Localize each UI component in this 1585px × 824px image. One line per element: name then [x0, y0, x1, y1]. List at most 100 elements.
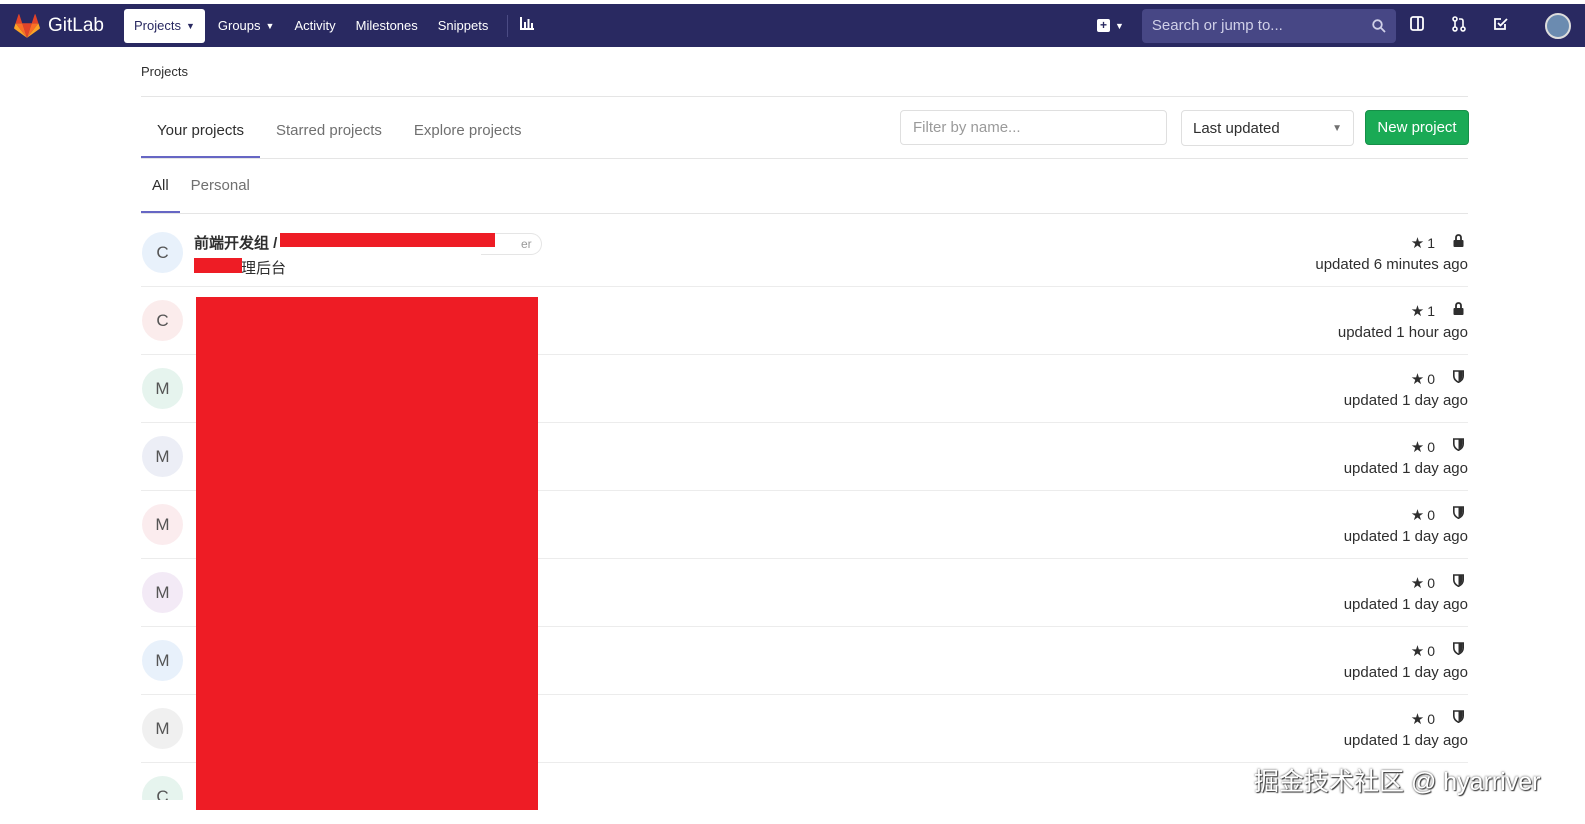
star-count: 0: [1427, 575, 1435, 591]
sidebar-icon[interactable]: [1396, 16, 1438, 35]
project-avatar[interactable]: C: [142, 776, 183, 800]
nav-milestones-label: Milestones: [355, 18, 418, 33]
chart-icon[interactable]: [520, 17, 535, 34]
breadcrumb[interactable]: Projects: [141, 64, 188, 79]
redaction-mark: [194, 258, 242, 273]
nav-groups[interactable]: Groups ▼: [208, 9, 285, 43]
shield-icon: [1453, 642, 1464, 658]
shield-icon: [1453, 574, 1464, 590]
project-updated-time: updated 1 day ago: [1343, 528, 1468, 545]
star-count: 0: [1427, 643, 1435, 659]
project-stars[interactable]: ★ 1: [1411, 234, 1435, 252]
navbar-right: + ▼ Search or jump to...: [1097, 4, 1522, 47]
project-updated-time: updated 6 minutes ago: [1315, 256, 1468, 273]
nav-groups-label: Groups: [217, 18, 261, 33]
star-icon: ★: [1410, 711, 1425, 728]
user-avatar[interactable]: [1545, 13, 1571, 39]
nav-activity-label: Activity: [294, 18, 336, 33]
project-stars[interactable]: ★ 0: [1411, 506, 1435, 524]
gitlab-logo[interactable]: GitLab: [14, 13, 124, 38]
project-updated-time: updated 1 day ago: [1343, 596, 1468, 613]
plus-square-icon: +: [1097, 19, 1110, 32]
nav-snippets[interactable]: Snippets: [428, 9, 499, 43]
nav-milestones[interactable]: Milestones: [346, 9, 428, 43]
new-project-button[interactable]: New project: [1365, 110, 1469, 145]
project-description: 理后台: [241, 260, 287, 277]
project-avatar[interactable]: M: [142, 640, 183, 681]
watermark: 掘金技术社区 @ hyarriver: [1254, 768, 1541, 796]
star-count: 1: [1427, 235, 1435, 251]
project-avatar[interactable]: M: [142, 708, 183, 749]
shield-icon: [1453, 370, 1464, 386]
shield-icon: [1453, 710, 1464, 726]
top-navbar: GitLab Projects ▼ Groups ▼ Activity Mile…: [0, 4, 1585, 47]
lock-icon: [1453, 234, 1464, 250]
divider: [141, 96, 1468, 97]
sort-dropdown[interactable]: Last updated ▼: [1181, 110, 1354, 146]
redaction-block: [196, 297, 538, 810]
shield-icon: [1453, 506, 1464, 522]
star-count: 0: [1427, 507, 1435, 523]
project-updated-time: updated 1 hour ago: [1337, 324, 1468, 341]
project-avatar[interactable]: M: [142, 572, 183, 613]
project-avatar[interactable]: M: [142, 504, 183, 545]
nav-projects-label: Projects: [134, 18, 181, 33]
star-icon: ★: [1410, 507, 1425, 524]
shield-icon: [1453, 438, 1464, 454]
nav-projects[interactable]: Projects ▼: [124, 8, 205, 43]
star-count: 0: [1427, 711, 1435, 727]
filter-by-name-input[interactable]: Filter by name...: [900, 110, 1167, 145]
nav-snippets-label: Snippets: [437, 18, 489, 33]
chevron-down-icon: ▼: [265, 20, 275, 31]
todo-icon[interactable]: [1480, 17, 1522, 35]
merge-request-icon[interactable]: [1438, 15, 1480, 36]
star-icon: ★: [1410, 371, 1425, 388]
divider: [141, 158, 1468, 159]
star-icon: ★: [1410, 439, 1425, 456]
chevron-down-icon: ▼: [185, 20, 195, 31]
chevron-down-icon: ▼: [1115, 20, 1124, 31]
tab-starred-projects[interactable]: Starred projects: [260, 108, 398, 158]
project-row[interactable]: C 前端开发组 / er 理后台 ★ 1 updated 6 minutes ago: [141, 219, 1468, 287]
star-count: 1: [1427, 303, 1435, 319]
tab-all[interactable]: All: [141, 163, 180, 213]
project-avatar[interactable]: C: [142, 300, 183, 341]
project-updated-time: updated 1 day ago: [1343, 732, 1468, 749]
tab-your-projects[interactable]: Your projects: [141, 108, 260, 158]
star-count: 0: [1427, 371, 1435, 387]
project-updated-time: updated 1 day ago: [1343, 460, 1468, 477]
project-stars[interactable]: ★ 0: [1411, 370, 1435, 388]
project-stars[interactable]: ★ 0: [1411, 710, 1435, 728]
lock-icon: [1453, 302, 1464, 318]
project-stars[interactable]: ★ 0: [1411, 438, 1435, 456]
star-icon: ★: [1410, 303, 1425, 320]
project-stars[interactable]: ★ 1: [1411, 302, 1435, 320]
divider: [141, 213, 1468, 214]
search-icon: [1372, 18, 1386, 33]
star-icon: ★: [1410, 643, 1425, 660]
star-icon: ★: [1410, 235, 1425, 252]
chevron-down-icon: ▼: [1332, 122, 1342, 134]
tanuki-icon: [14, 13, 40, 38]
star-icon: ★: [1410, 575, 1425, 592]
project-filter-tabs: All Personal: [141, 163, 261, 213]
project-tabs: Your projects Starred projects Explore p…: [141, 108, 537, 158]
tab-explore-projects[interactable]: Explore projects: [398, 108, 538, 158]
project-stars[interactable]: ★ 0: [1411, 642, 1435, 660]
search-input[interactable]: Search or jump to...: [1141, 8, 1396, 43]
sort-selected-value: Last updated: [1193, 119, 1280, 137]
star-count: 0: [1427, 439, 1435, 455]
nav-activity[interactable]: Activity: [284, 9, 345, 43]
tab-personal[interactable]: Personal: [180, 163, 261, 213]
project-title[interactable]: 前端开发组 /: [194, 232, 277, 253]
project-avatar[interactable]: C: [142, 232, 183, 273]
search-placeholder: Search or jump to...: [1151, 17, 1283, 34]
project-updated-time: updated 1 day ago: [1343, 392, 1468, 409]
brand-name: GitLab: [48, 14, 104, 36]
project-updated-time: updated 1 day ago: [1343, 664, 1468, 681]
project-avatar[interactable]: M: [142, 368, 183, 409]
project-avatar[interactable]: M: [142, 436, 183, 477]
nav-divider: [507, 14, 509, 37]
new-dropdown-button[interactable]: + ▼: [1097, 19, 1124, 32]
project-stars[interactable]: ★ 0: [1411, 574, 1435, 592]
